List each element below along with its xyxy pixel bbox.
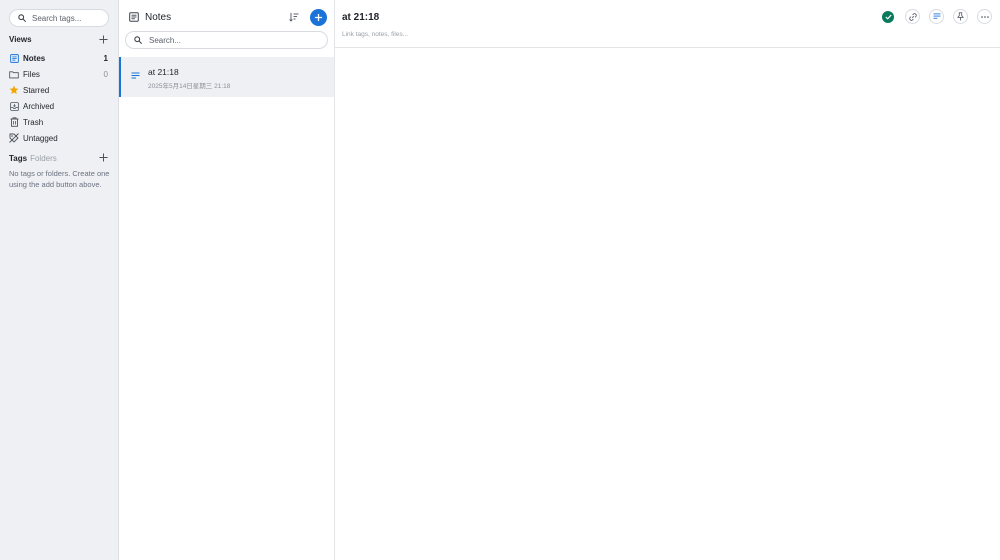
new-note-button[interactable] (310, 8, 327, 26)
view-count: 0 (103, 69, 108, 79)
note-list-item[interactable]: at 21:18 2025年5月14日星期三 21:18 (119, 57, 334, 97)
plus-icon (98, 152, 108, 162)
notes-search-input[interactable] (149, 35, 319, 45)
tags-empty-message: No tags or folders. Create one using the… (9, 169, 110, 189)
notes-list-title: Notes (145, 11, 172, 23)
view-label: Notes (23, 53, 46, 63)
pin-button[interactable] (953, 9, 968, 24)
view-label: Archived (23, 101, 55, 111)
view-label: Trash (23, 117, 44, 127)
tag-search-box[interactable] (9, 9, 109, 27)
editor-toolbar (882, 9, 992, 24)
view-label: Untagged (23, 133, 58, 143)
tags-title: Tags (9, 154, 28, 163)
navigation-pane: Views Notes 1 Files 0 (0, 0, 119, 560)
archive-icon (9, 101, 19, 111)
link-button[interactable] (905, 9, 920, 24)
sort-button[interactable] (286, 9, 302, 25)
check-icon (884, 14, 892, 20)
view-item-untagged[interactable]: Untagged (0, 130, 118, 146)
view-item-notes[interactable]: Notes 1 (0, 50, 118, 66)
notes-icon (129, 12, 139, 22)
notes-icon (9, 53, 19, 63)
editor-header (335, 0, 1000, 48)
plain-text-note-icon (131, 67, 140, 85)
note-type-button[interactable] (929, 9, 944, 24)
note-text-area[interactable] (335, 48, 1000, 560)
add-tag-button[interactable] (97, 151, 109, 163)
link-icon (908, 12, 917, 21)
sort-icon (289, 13, 299, 22)
tag-search-input[interactable] (32, 13, 106, 23)
plus-icon (98, 34, 108, 44)
more-options-button[interactable] (977, 9, 992, 24)
saved-status-indicator[interactable] (882, 10, 894, 23)
search-icon (134, 36, 142, 44)
view-label: Starred (23, 85, 50, 95)
view-item-trash[interactable]: Trash (0, 114, 118, 130)
app-window: Views Notes 1 Files 0 (0, 0, 1000, 560)
tags-subtitle: Folders (30, 154, 57, 163)
plus-icon (314, 13, 323, 21)
views-header: Views (9, 32, 109, 46)
view-item-starred[interactable]: Starred (0, 82, 118, 98)
tags-header: Tags Folders (9, 150, 109, 164)
trash-icon (9, 117, 19, 127)
notes-search-box[interactable] (125, 31, 328, 49)
link-items-input[interactable] (342, 31, 542, 38)
notes-list-pane: Notes at 21:18 2025年5月14日星期三 21:18 (119, 0, 335, 560)
note-title: at 21:18 (148, 67, 179, 77)
notes-list-header: Notes (129, 8, 327, 26)
view-item-archived[interactable]: Archived (0, 98, 118, 114)
plain-text-icon (933, 13, 940, 19)
views-title: Views (9, 34, 32, 44)
pin-icon (957, 12, 964, 21)
untagged-icon (9, 133, 19, 143)
views-list: Notes 1 Files 0 Starred Archived Trash U… (0, 50, 118, 146)
view-label: Files (23, 69, 40, 79)
folder-icon (9, 69, 19, 79)
view-count: 1 (103, 53, 108, 63)
view-item-files[interactable]: Files 0 (0, 66, 118, 82)
more-icon (980, 15, 989, 18)
add-view-button[interactable] (97, 33, 109, 45)
note-title-input[interactable] (342, 12, 642, 23)
note-date: 2025年5月14日星期三 21:18 (148, 83, 231, 90)
search-icon (18, 14, 26, 22)
star-icon (9, 85, 19, 95)
editor-pane (335, 0, 1000, 560)
tags-title-group: Tags Folders (9, 148, 57, 166)
